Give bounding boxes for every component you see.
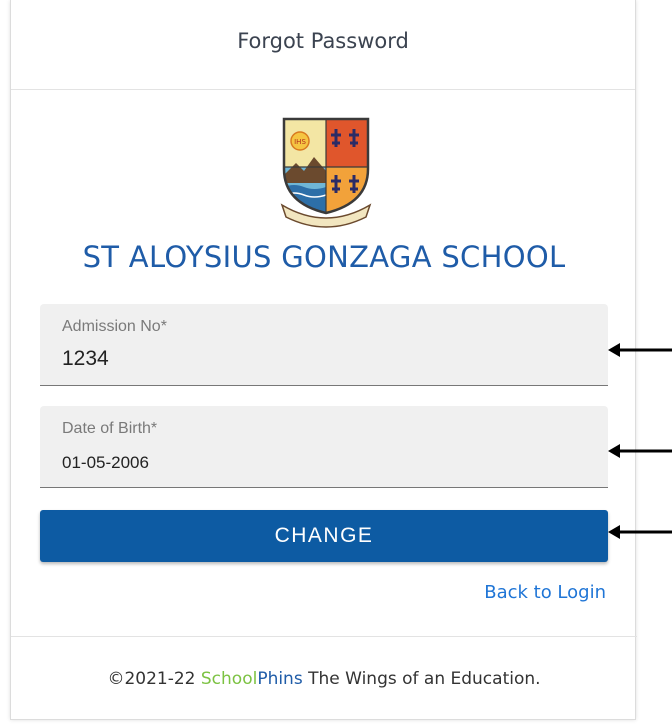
footer-tagline: The Wings of an Education.	[308, 668, 541, 689]
svg-text:IHS: IHS	[294, 138, 306, 146]
admission-no-field[interactable]: Admission No*	[40, 304, 608, 386]
school-crest-logo: IHS	[280, 117, 372, 228]
footer-copyright: ©2021-22	[107, 668, 196, 689]
page-title: Forgot Password	[237, 28, 409, 53]
arrow-left-icon	[608, 525, 672, 539]
footer: ©2021-22 School Phins The Wings of an Edu…	[11, 636, 637, 720]
change-button[interactable]: CHANGE	[40, 510, 608, 562]
date-of-birth-field[interactable]: Date of Birth*	[40, 406, 608, 488]
date-of-birth-label: Date of Birth*	[62, 420, 158, 437]
arrow-left-icon	[608, 343, 672, 357]
forgot-password-card: Forgot Password IHS ST ALOYSIUS GONZAGA …	[10, 0, 637, 720]
admission-no-label: Admission No*	[62, 318, 167, 335]
arrow-left-icon	[608, 444, 672, 458]
admission-no-input[interactable]	[62, 347, 582, 371]
back-to-login-link[interactable]: Back to Login	[484, 582, 606, 603]
date-of-birth-input[interactable]	[62, 453, 582, 473]
card-header: Forgot Password	[11, 0, 635, 90]
footer-brand-school: School	[200, 668, 258, 689]
footer-brand-phins: Phins	[257, 668, 303, 689]
school-name: ST ALOYSIUS GONZAGA SCHOOL	[82, 240, 566, 274]
